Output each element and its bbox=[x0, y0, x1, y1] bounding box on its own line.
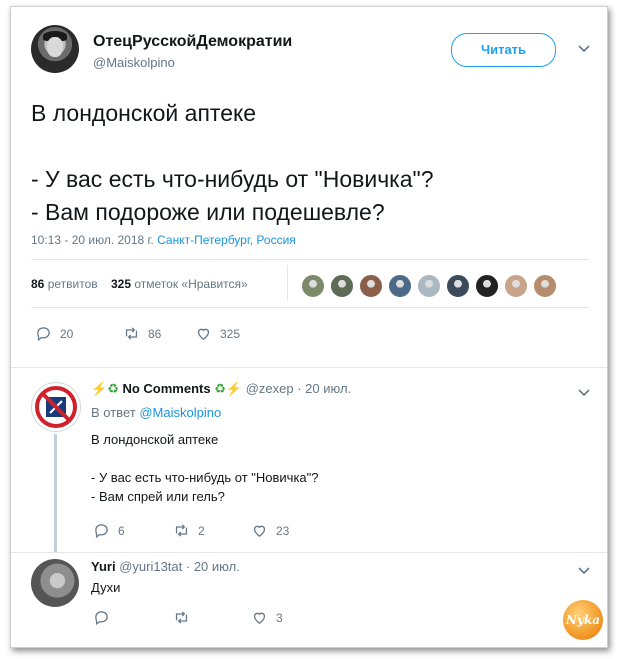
retweet-count: 86 bbox=[148, 326, 162, 341]
retweet-action[interactable]: 86 bbox=[123, 325, 161, 342]
reply-author-name[interactable]: No Comments bbox=[122, 381, 210, 396]
reply-author-handle[interactable]: @yuri13tat bbox=[119, 559, 182, 574]
divider bbox=[11, 552, 607, 553]
recycle-icon: ♻ bbox=[107, 381, 119, 396]
reply-date[interactable]: · 20 июл. bbox=[297, 381, 351, 396]
author-handle[interactable]: @Maiskolpino bbox=[93, 55, 175, 70]
reply-to-line: В ответ @Maiskolpino bbox=[91, 405, 222, 420]
reply-icon bbox=[95, 611, 108, 626]
liker-avatar[interactable] bbox=[359, 274, 383, 298]
heart-icon bbox=[253, 525, 266, 537]
reply-action[interactable] bbox=[93, 609, 118, 626]
chevron-down-icon[interactable] bbox=[577, 41, 591, 58]
liker-avatar[interactable] bbox=[301, 274, 325, 298]
tweet-timestamp[interactable]: 10:13 - 20 июл. 2018 г. bbox=[31, 233, 154, 247]
divider bbox=[11, 367, 607, 368]
reply-header: Yuri @yuri13tat · 20 июл. bbox=[91, 559, 240, 574]
liker-avatar[interactable] bbox=[330, 274, 354, 298]
chevron-down-icon[interactable] bbox=[577, 385, 591, 402]
liker-avatar[interactable] bbox=[504, 274, 528, 298]
reply-author-handle[interactable]: @zexep bbox=[246, 381, 294, 396]
reply-action[interactable]: 6 bbox=[93, 522, 125, 539]
retweet-icon bbox=[125, 327, 138, 340]
liker-avatar[interactable] bbox=[475, 274, 499, 298]
tweet-meta: 10:13 - 20 июл. 2018 г. Санкт-Петербург,… bbox=[31, 233, 296, 247]
reply-author-name[interactable]: Yuri bbox=[91, 559, 116, 574]
liker-avatar[interactable] bbox=[446, 274, 470, 298]
likes-stat[interactable]: 325 отметок «Нравится» bbox=[111, 277, 248, 291]
liker-avatar[interactable] bbox=[388, 274, 412, 298]
heart-icon bbox=[197, 328, 210, 340]
liker-avatar[interactable] bbox=[533, 274, 557, 298]
recycle-icon: ♻ bbox=[214, 381, 226, 396]
no-symbol-icon bbox=[35, 386, 77, 428]
retweet-action[interactable]: 2 bbox=[173, 522, 205, 539]
retweet-action[interactable] bbox=[173, 609, 198, 626]
chevron-down-icon[interactable] bbox=[577, 563, 591, 580]
retweet-icon bbox=[175, 524, 188, 537]
engagement-stats: 86 ретвитов 325 отметок «Нравится» bbox=[31, 277, 248, 291]
retweets-stat[interactable]: 86 ретвитов bbox=[31, 277, 98, 291]
tweet-location[interactable]: Санкт-Петербург, Россия bbox=[157, 233, 296, 247]
like-action[interactable]: 23 bbox=[251, 522, 289, 539]
tweet-text: В лондонской аптеке - У вас есть что-ниб… bbox=[31, 100, 434, 225]
reply-icon bbox=[95, 524, 108, 539]
reply-header: ⚡♻ No Comments ♻⚡ @zexep · 20 июл. bbox=[91, 381, 351, 397]
watermark-logo: Nyka bbox=[563, 600, 603, 640]
reply-count: 20 bbox=[60, 326, 74, 341]
divider bbox=[31, 307, 589, 308]
reply-text: Духи bbox=[91, 580, 121, 595]
reply-icon bbox=[37, 327, 50, 342]
divider bbox=[287, 265, 288, 301]
author-display-name[interactable]: ОтецРусскойДемократии bbox=[93, 33, 292, 51]
like-action[interactable]: 325 bbox=[195, 325, 240, 342]
like-count: 325 bbox=[220, 326, 241, 341]
tweet-card: ОтецРусскойДемократии @Maiskolpino Читат… bbox=[10, 6, 608, 648]
lightning-icon: ⚡ bbox=[225, 381, 243, 396]
thread-line bbox=[54, 434, 57, 552]
follow-button[interactable]: Читать bbox=[451, 33, 556, 67]
like-action[interactable]: 3 bbox=[251, 609, 283, 626]
reply-author-avatar[interactable] bbox=[31, 559, 79, 607]
retweet-icon bbox=[175, 611, 188, 624]
reply-action[interactable]: 20 bbox=[35, 325, 73, 342]
divider bbox=[31, 259, 589, 260]
reply-to-handle[interactable]: @Maiskolpino bbox=[139, 405, 221, 420]
liker-avatar[interactable] bbox=[417, 274, 441, 298]
author-avatar[interactable] bbox=[31, 25, 79, 73]
reply-date[interactable]: · 20 июл. bbox=[186, 559, 240, 574]
reply-text: В лондонской аптеке - У вас есть что-ниб… bbox=[91, 432, 319, 504]
reply-author-avatar[interactable] bbox=[31, 382, 81, 432]
heart-icon bbox=[253, 612, 266, 624]
lightning-icon: ⚡ bbox=[91, 381, 108, 396]
